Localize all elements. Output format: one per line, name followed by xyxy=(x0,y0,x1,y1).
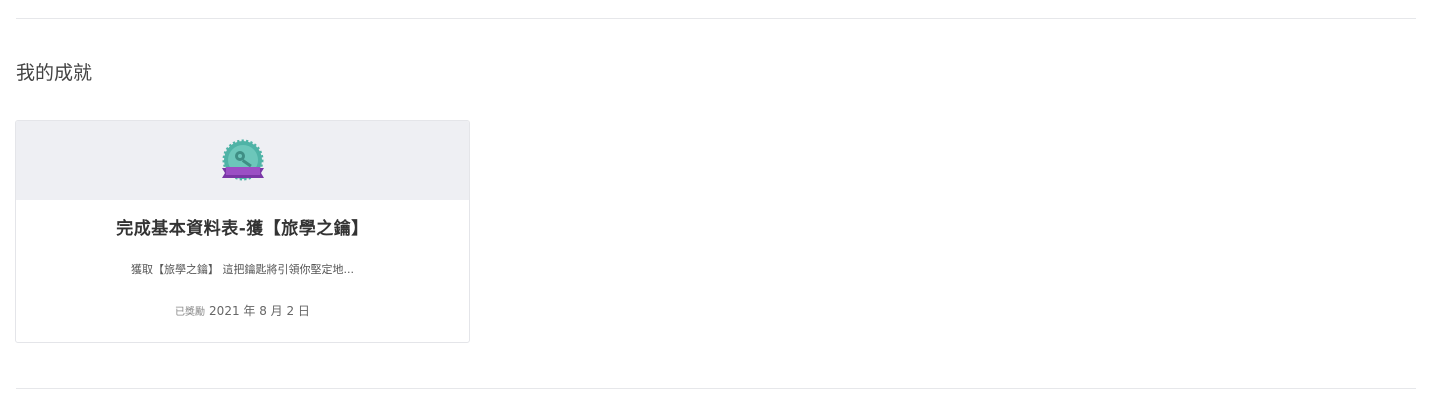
achievement-description: 獲取【旅學之鑰】 這把鑰匙將引領你堅定地... xyxy=(131,263,354,276)
achievements-page: 我的成就 完成基本資料表-獲【旅學之鑰】 獲取【旅學之鑰】 這把鑰匙將引領你堅定… xyxy=(0,0,1432,406)
awarded-date: 2021 年 8 月 2 日 xyxy=(209,304,310,318)
top-divider xyxy=(16,18,1416,19)
section-title: 我的成就 xyxy=(16,62,93,84)
achievement-date-row: 已獎勵 2021 年 8 月 2 日 xyxy=(16,302,469,322)
bottom-divider xyxy=(16,388,1416,389)
achievement-card-header xyxy=(16,121,469,200)
awarded-label: 已獎勵 xyxy=(175,307,206,318)
achievement-card[interactable]: 完成基本資料表-獲【旅學之鑰】 獲取【旅學之鑰】 這把鑰匙將引領你堅定地... … xyxy=(15,120,470,343)
achievement-title: 完成基本資料表-獲【旅學之鑰】 xyxy=(116,219,369,239)
key-badge-icon xyxy=(222,139,264,181)
